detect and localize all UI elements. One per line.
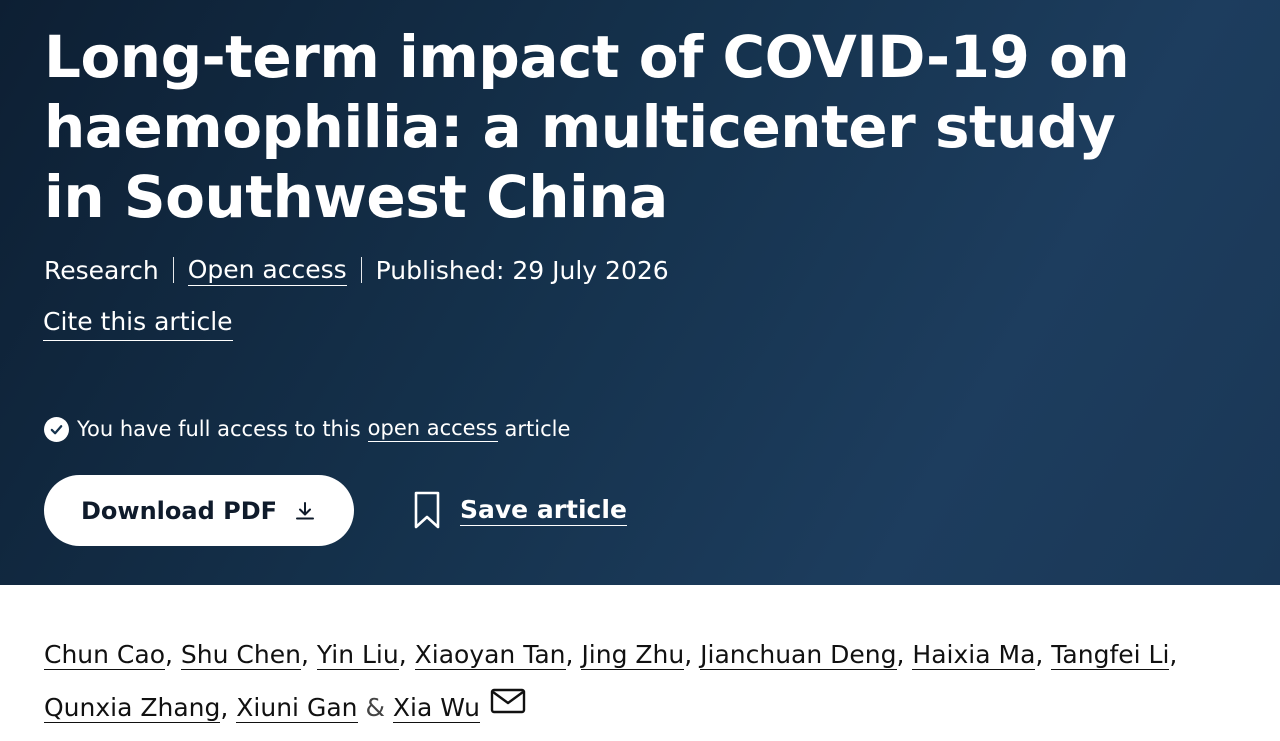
meta-divider — [360, 257, 362, 283]
article-title: Long-term impact of COVID-19 on haemophi… — [44, 23, 1130, 231]
author-ampersand: & — [365, 693, 385, 722]
save-article-button[interactable]: Save article — [412, 490, 627, 530]
author-link[interactable]: Xiuni Gan — [236, 693, 358, 723]
download-icon — [293, 499, 317, 523]
author-separator: , — [684, 640, 693, 669]
mail-icon[interactable] — [490, 680, 526, 733]
author-separator: , — [300, 640, 309, 669]
cite-article-link[interactable]: Cite this article — [43, 305, 233, 341]
download-pdf-button[interactable]: Download PDF — [44, 475, 354, 546]
author-link[interactable]: Haixia Ma — [912, 640, 1036, 670]
meta-divider — [172, 257, 174, 283]
author-separator: , — [1035, 640, 1044, 669]
access-notice-prefix: You have full access to this — [77, 417, 361, 441]
author-link[interactable]: Qunxia Zhang — [44, 693, 221, 723]
access-notice-suffix: article — [504, 417, 571, 441]
author-link[interactable]: Shu Chen — [180, 640, 301, 670]
check-circle-icon — [44, 416, 69, 442]
author-separator: , — [565, 640, 574, 669]
author-link[interactable]: Tangfei Li — [1051, 640, 1170, 670]
save-article-label: Save article — [460, 494, 627, 526]
author-separator: , — [398, 640, 407, 669]
author-link[interactable]: Chun Cao — [44, 640, 166, 670]
author-link[interactable]: Jianchuan Deng — [700, 640, 897, 670]
author-separator: , — [165, 640, 173, 669]
author-link[interactable]: Xia Wu — [392, 693, 480, 723]
article-type: Research — [44, 255, 159, 285]
author-link[interactable]: Xiaoyan Tan — [414, 640, 566, 670]
download-pdf-label: Download PDF — [80, 496, 278, 525]
published-date: Published: 29 July 2026 — [375, 255, 669, 285]
article-header: Long-term impact of COVID-19 on haemophi… — [0, 0, 1280, 585]
author-separator: , — [896, 640, 905, 669]
author-separator: , — [1169, 640, 1178, 669]
author-list: Chun Cao, Shu Chen, Yin Liu, Xiaoyan Tan… — [44, 628, 1254, 736]
author-link[interactable]: Yin Liu — [316, 640, 399, 670]
access-notice: You have full access to this open access… — [44, 416, 570, 442]
bookmark-icon — [412, 490, 442, 530]
open-access-link[interactable]: Open access — [187, 255, 347, 286]
access-notice-link[interactable]: open access — [367, 416, 498, 442]
author-link[interactable]: Jing Zhu — [581, 640, 685, 670]
article-meta: Research Open access Published: 29 July … — [44, 252, 669, 288]
author-separator: , — [220, 693, 229, 722]
